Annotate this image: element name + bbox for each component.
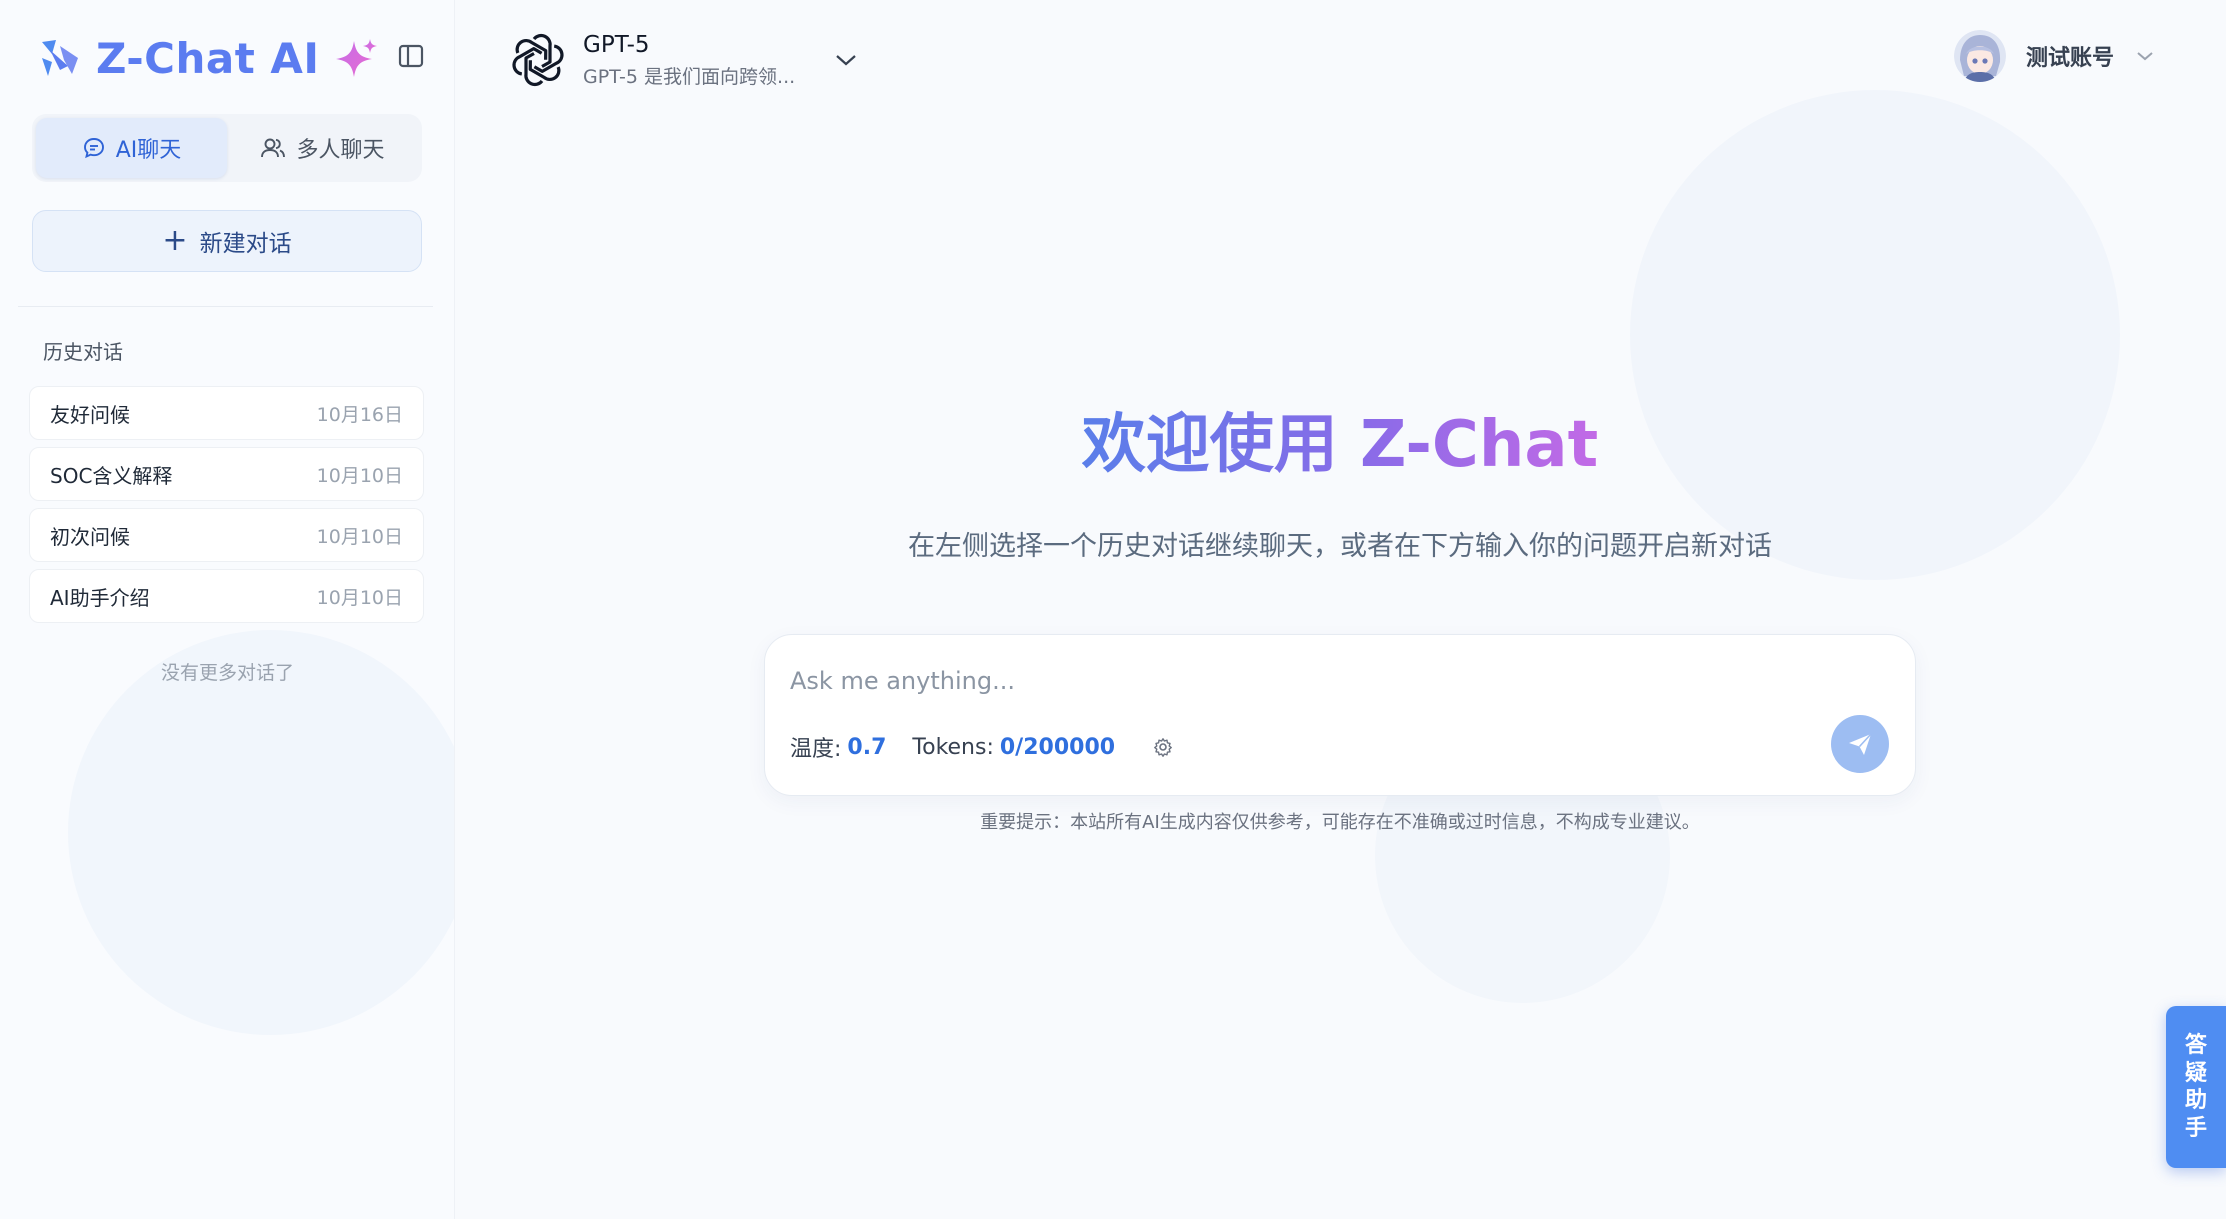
new-chat-button[interactable]: + 新建对话 <box>32 210 422 272</box>
plus-icon: + <box>162 223 188 258</box>
mode-tabs: AI聊天 多人聊天 <box>32 114 422 182</box>
history-item-title: AI助手介绍 <box>50 585 150 610</box>
tab-group-chat-label: 多人聊天 <box>296 138 385 163</box>
history-item[interactable]: 初次问候 10月10日 <box>29 508 424 562</box>
sparkle-icon <box>335 39 377 77</box>
params-row: 温度: 0.7 Tokens: 0/200000 <box>790 731 1173 763</box>
help-assistant-label: 答 疑 助 手 <box>2184 1033 2207 1141</box>
sidebar-toggle-button[interactable] <box>396 42 426 70</box>
sidebar-decoration <box>68 630 454 1035</box>
tab-ai-chat[interactable]: AI聊天 <box>36 118 227 178</box>
help-assistant-button[interactable]: 答 疑 助 手 <box>2166 1006 2226 1168</box>
history-item-date: 10月10日 <box>316 464 403 487</box>
openai-logo-icon <box>512 33 564 87</box>
disclaimer-text: 重要提示：本站所有AI生成内容仅供参考，可能存在不准确或过时信息，不构成专业建议… <box>980 812 1700 833</box>
send-button[interactable] <box>1831 715 1889 773</box>
chevron-down-icon <box>836 55 856 66</box>
avatar <box>1953 30 2006 82</box>
main-area: GPT-5 GPT-5 是我们面向跨领... 测试账号 欢迎使用 Z-Chat … <box>455 0 2226 1219</box>
history-title: 历史对话 <box>43 340 123 364</box>
history-item[interactable]: 友好问候 10月16日 <box>29 386 424 440</box>
model-name: GPT-5 <box>583 31 650 58</box>
welcome-subtitle: 在左侧选择一个历史对话继续聊天，或者在下方输入你的问题开启新对话 <box>908 531 1772 562</box>
sidebar-toggle-icon <box>398 44 424 68</box>
brand-logo-icon <box>42 40 78 76</box>
tab-group-chat[interactable]: 多人聊天 <box>227 118 418 178</box>
temperature-label: 温度: <box>790 737 842 762</box>
temperature-value[interactable]: 0.7 <box>847 735 886 760</box>
users-icon <box>261 138 286 158</box>
model-selector[interactable]: GPT-5 GPT-5 是我们面向跨领... <box>511 30 857 90</box>
chat-input[interactable] <box>790 661 1790 701</box>
welcome-title-text: 欢迎使用 Z-Chat <box>1081 408 1599 482</box>
history-list: 友好问候 10月16日 SOC含义解释 10月10日 初次问候 10月10日 A… <box>29 386 424 630</box>
brand: Z-Chat AI <box>38 32 378 84</box>
no-more-text: 没有更多对话了 <box>160 662 294 684</box>
user-name: 测试账号 <box>2025 46 2114 71</box>
tab-ai-chat-label: AI聊天 <box>115 138 182 163</box>
gear-icon[interactable] <box>1153 737 1173 757</box>
history-item-date: 10月10日 <box>316 525 403 548</box>
history-item-title: 初次问候 <box>50 524 130 549</box>
new-chat-label: 新建对话 <box>199 231 292 257</box>
welcome-title: 欢迎使用 Z-Chat <box>455 393 2225 485</box>
history-item[interactable]: AI助手介绍 10月10日 <box>29 569 424 623</box>
chat-bubble-icon <box>83 138 104 159</box>
app-root: Z-Chat AI AI聊天 多人聊天 + 新建对话 历史对话 友好问候 10月… <box>0 0 2226 1219</box>
divider <box>18 306 433 307</box>
model-description: GPT-5 是我们面向跨领... <box>583 65 796 88</box>
composer: 温度: 0.7 Tokens: 0/200000 <box>764 634 1916 796</box>
brand-name: Z-Chat AI <box>96 33 320 83</box>
sidebar: Z-Chat AI AI聊天 多人聊天 + 新建对话 历史对话 友好问候 10月… <box>0 0 455 1219</box>
background-decoration <box>1630 90 2120 580</box>
history-item-title: SOC含义解释 <box>50 463 173 488</box>
user-menu[interactable]: 测试账号 <box>1953 30 2154 82</box>
history-item-date: 10月10日 <box>316 586 403 609</box>
tokens-value: 0/200000 <box>999 734 1116 760</box>
chevron-down-icon <box>2137 52 2153 61</box>
tokens-label: Tokens: <box>912 734 994 760</box>
history-item-title: 友好问候 <box>50 402 130 427</box>
history-item[interactable]: SOC含义解释 10月10日 <box>29 447 424 501</box>
send-icon <box>1849 733 1872 755</box>
history-item-date: 10月16日 <box>316 403 403 426</box>
